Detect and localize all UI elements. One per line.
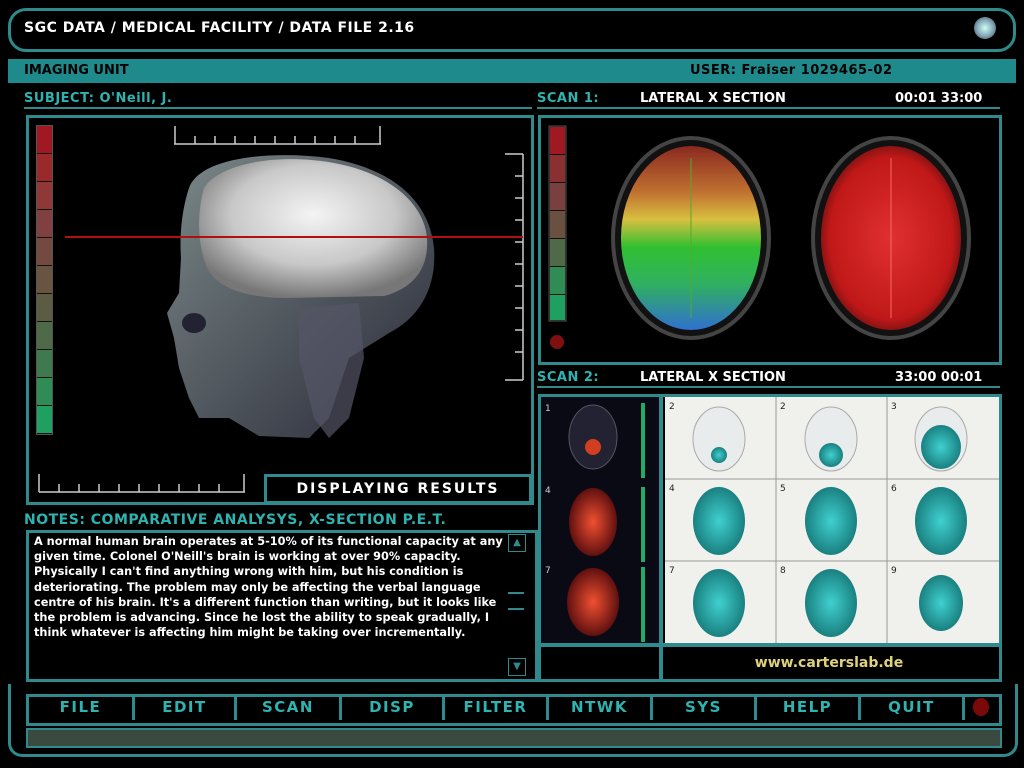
- unit-label: IMAGING UNIT: [24, 63, 129, 78]
- scroll-grip-icon[interactable]: [508, 592, 524, 610]
- slice-number: 5: [780, 484, 786, 494]
- slice-number: 3: [891, 402, 897, 412]
- slice-number: 1: [545, 404, 551, 414]
- slice-number: 7: [545, 566, 551, 576]
- notes-paragraph: A normal human brain operates at 5-10% o…: [34, 535, 503, 564]
- divider: [537, 386, 1000, 388]
- scan2-label: SCAN 2:: [537, 370, 600, 385]
- slice-number: 2: [669, 402, 675, 412]
- slice-number: 4: [545, 486, 551, 496]
- pet-scan-1-image: [548, 125, 971, 349]
- slice-number: 8: [780, 566, 786, 576]
- divider: [537, 107, 1000, 109]
- pet-scan-2-image: 1 4 7 2 2 3 4 5 6 7 8 9 www.carterslab.de: [541, 397, 999, 679]
- sgc-emblem-icon[interactable]: [974, 17, 996, 39]
- menu-help[interactable]: HELP: [757, 694, 861, 720]
- slice-number: 4: [669, 484, 675, 494]
- credit-text: www.carterslab.de: [755, 655, 903, 671]
- menu-quit[interactable]: QUIT: [861, 694, 965, 720]
- menu-disp[interactable]: DISP: [342, 694, 445, 720]
- notes-scrollbar[interactable]: ▲ ▼: [508, 534, 528, 676]
- menu-file[interactable]: FILE: [29, 694, 135, 720]
- scroll-down-icon[interactable]: ▼: [508, 658, 526, 676]
- scroll-up-icon[interactable]: ▲: [508, 534, 526, 552]
- skull-viewer[interactable]: [26, 115, 534, 505]
- scan2-time: 33:00 00:01: [895, 370, 983, 385]
- notes-paragraph: Physically I can't find anything wrong w…: [34, 565, 497, 640]
- scan2-section: LATERAL X SECTION: [640, 370, 786, 385]
- window-title: SGC DATA / MEDICAL FACILITY / DATA FILE …: [24, 20, 415, 36]
- displaying-results-status: DISPLAYING RESULTS: [264, 474, 532, 504]
- menu-edit[interactable]: EDIT: [135, 694, 237, 720]
- alert-indicator-icon[interactable]: [973, 698, 989, 716]
- menu-scan[interactable]: SCAN: [237, 694, 342, 720]
- scan1-label: SCAN 1:: [537, 91, 600, 106]
- scan1-time: 00:01 33:00: [895, 91, 983, 106]
- slice-number: 6: [891, 484, 897, 494]
- menu-ntwk[interactable]: NTWK: [549, 694, 653, 720]
- menu-filter[interactable]: FILTER: [445, 694, 549, 720]
- intensity-colorbar: [36, 125, 53, 435]
- slice-number: 2: [780, 402, 786, 412]
- notes-heading: NOTES: COMPARATIVE ANALYSYS, X-SECTION P…: [24, 512, 447, 528]
- scan2-viewer[interactable]: 1 4 7 2 2 3 4 5 6 7 8 9 www.carterslab.de: [538, 394, 1002, 682]
- notes-text: A normal human brain operates at 5-10% o…: [34, 534, 504, 640]
- subject-label: SUBJECT: O'Neill, J.: [24, 91, 173, 106]
- skull-xray-image: [38, 126, 524, 493]
- slice-number: 7: [669, 566, 675, 576]
- scan1-viewer[interactable]: [538, 115, 1002, 365]
- scan1-section: LATERAL X SECTION: [640, 91, 786, 106]
- divider: [24, 107, 532, 109]
- status-progress-bar: [26, 728, 1002, 748]
- user-label: USER: Fraiser 1029465-02: [690, 63, 893, 78]
- menu-sys[interactable]: SYS: [653, 694, 757, 720]
- slice-number: 9: [891, 566, 897, 576]
